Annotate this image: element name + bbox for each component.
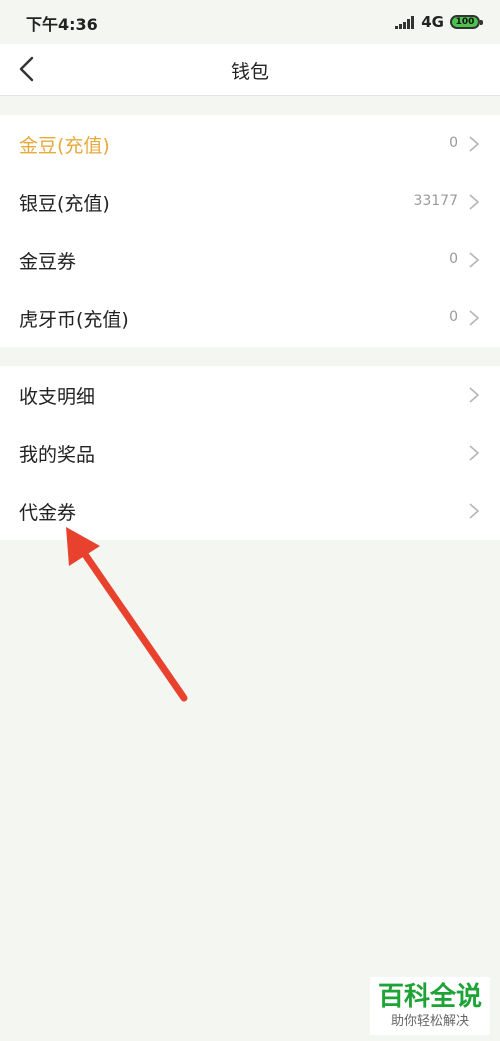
wallet-row-gold-bean-coupons[interactable]: 金豆券 0 [0, 231, 500, 289]
records-section: 收支明细 我的奖品 代金券 [0, 366, 500, 540]
wallet-row-gold-beans[interactable]: 金豆(充值) 0 [0, 115, 500, 173]
status-bar: 下午4:36 4G 100 [0, 0, 500, 44]
wallet-row-vouchers[interactable]: 代金券 [0, 482, 500, 540]
row-label: 收支明细 [19, 386, 96, 408]
watermark-logo: 百科全说 助你轻松解决 [370, 977, 490, 1035]
row-label: 虎牙币(充值) [19, 309, 129, 331]
balance-section: 金豆(充值) 0 银豆(充值) 33177 金豆券 0 虎牙币(充值) 0 [0, 115, 500, 347]
wallet-row-huya-coins[interactable]: 虎牙币(充值) 0 [0, 289, 500, 347]
watermark-main-text: 百科全说 [377, 982, 482, 1012]
page-title: 钱包 [230, 61, 269, 83]
wallet-row-silver-beans[interactable]: 银豆(充值) 33177 [0, 173, 500, 231]
chevron-right-icon [469, 387, 480, 403]
chevron-right-icon [469, 136, 480, 152]
status-icons: 4G 100 [395, 12, 483, 32]
watermark-sub-text: 助你轻松解决 [390, 1014, 469, 1029]
chevron-right-icon [469, 445, 480, 461]
row-value: 33177 [413, 193, 458, 209]
row-value: 0 [449, 309, 458, 325]
battery-icon: 100 [450, 15, 483, 29]
row-label: 代金券 [19, 502, 77, 524]
network-label: 4G [421, 13, 444, 31]
row-label: 银豆(充值) [19, 193, 110, 215]
chevron-right-icon [469, 252, 480, 268]
row-value: 0 [449, 251, 458, 267]
row-label: 我的奖品 [19, 444, 96, 466]
nav-bar: 钱包 [0, 44, 500, 96]
chevron-right-icon [469, 194, 480, 210]
wallet-row-my-prizes[interactable]: 我的奖品 [0, 424, 500, 482]
wallet-row-transactions[interactable]: 收支明细 [0, 366, 500, 424]
chevron-right-icon [469, 310, 480, 326]
status-time: 下午4:36 [26, 15, 98, 34]
row-value: 0 [449, 135, 458, 151]
row-label: 金豆(充值) [19, 135, 110, 157]
battery-level: 100 [455, 17, 475, 27]
row-label: 金豆券 [19, 251, 77, 273]
chevron-right-icon [469, 503, 480, 519]
signal-icon [395, 15, 415, 29]
